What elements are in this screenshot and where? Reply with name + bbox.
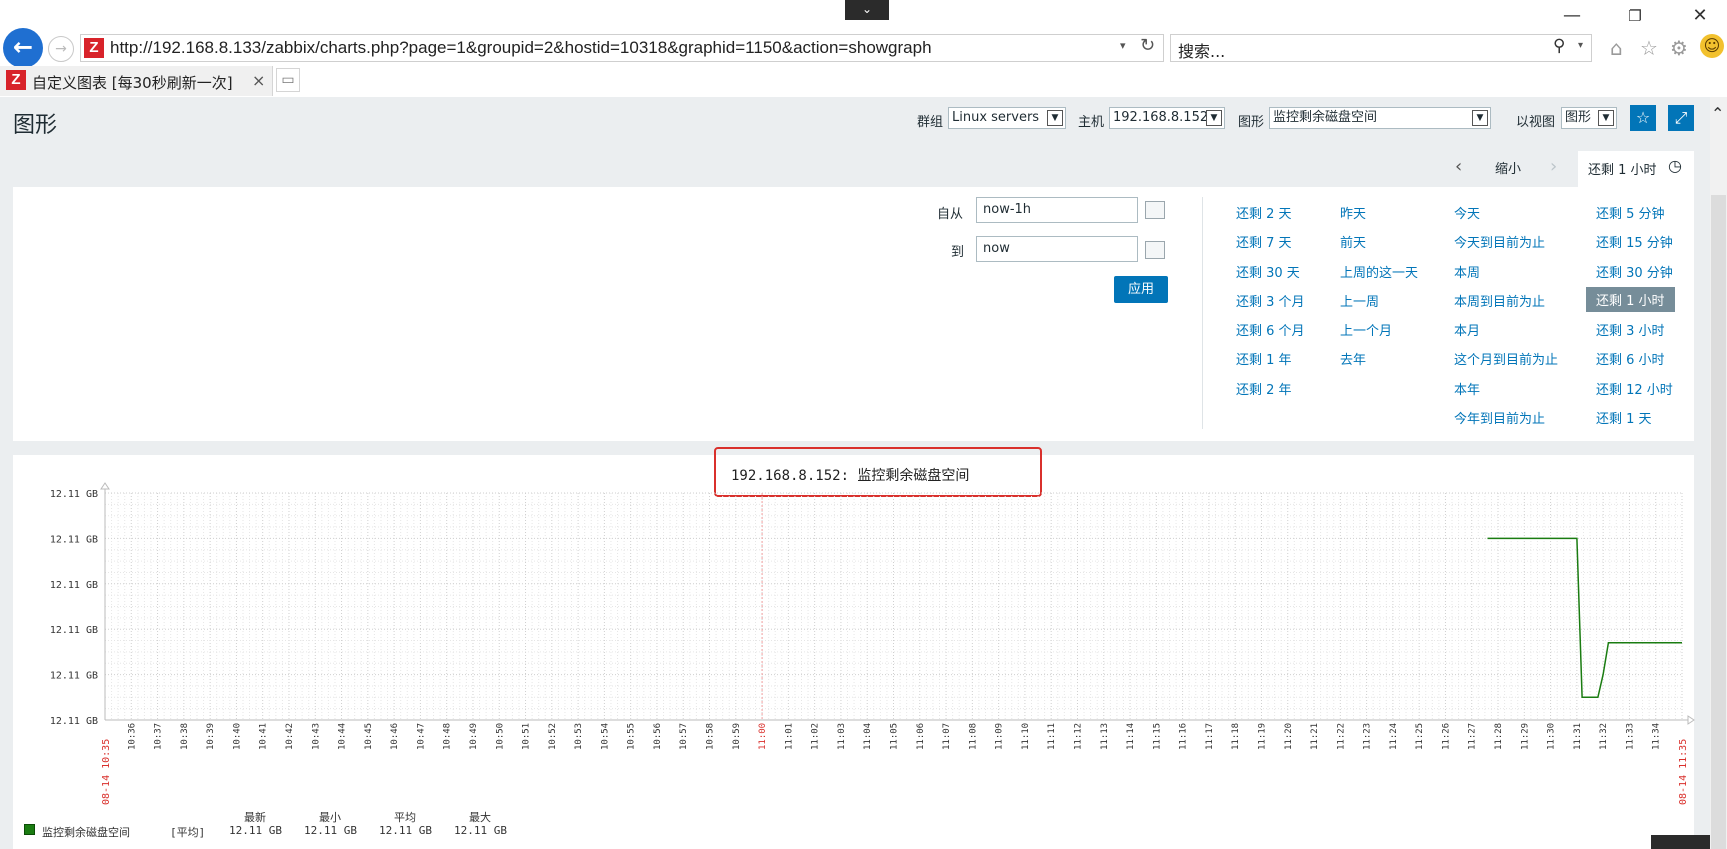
x-tick-label: 11:31	[1573, 723, 1583, 750]
x-tick-label: 11:19	[1257, 723, 1267, 750]
x-tick-label: 10:53	[574, 723, 584, 750]
x-tick-label: 11:07	[942, 723, 952, 750]
x-tick-label: 11:09	[995, 723, 1005, 750]
x-tick-label: 10:58	[706, 723, 716, 750]
x-tick-label: 10:52	[548, 723, 558, 750]
graph-axes	[100, 482, 1695, 725]
x-tick-label: 10:43	[311, 723, 321, 750]
graph-plot[interactable]: 12.11 GB 12.11 GB 12.11 GB 12.11 GB 12.11 GB…	[0, 0, 1727, 849]
x-tick-label: 11:22	[1336, 723, 1346, 750]
x-tick-label: 11:15	[1152, 723, 1162, 750]
y-axis-labels: 12.11 GB 12.11 GB 12.11 GB 12.11 GB 12.11 GB…	[50, 489, 98, 727]
x-tick-label: 11:23	[1363, 723, 1373, 750]
x-tick-label: 11:08	[968, 723, 978, 750]
y-tick-label: 12.11 GB	[50, 625, 98, 636]
x-tick-label: 10:47	[416, 723, 426, 750]
x-axis-arrow	[1687, 715, 1695, 725]
x-tick-label: 10:56	[653, 723, 663, 750]
x-tick-label: 10:36	[127, 723, 137, 750]
x-tick-label: 11:03	[837, 723, 847, 750]
x-tick-label: 11:28	[1494, 723, 1504, 750]
legend-header-max: 最大	[469, 811, 491, 824]
x-tick-label: 10:39	[206, 723, 216, 750]
x-tick-label: 10:45	[364, 723, 374, 750]
x-tick-label: 10:40	[232, 723, 242, 750]
x-tick-label: 11:05	[890, 723, 900, 750]
x-tick-label: 11:10	[1021, 723, 1031, 750]
legend-header-last: 最新	[244, 811, 266, 824]
x-tick-label: 11:26	[1441, 723, 1451, 750]
legend-function: [平均]	[170, 826, 206, 839]
x-tick-label: 11:16	[1179, 723, 1189, 750]
x-tick-label: 10:44	[338, 723, 348, 750]
x-tick-label: 10:42	[285, 723, 295, 750]
x-tick-label: 11:24	[1389, 723, 1399, 750]
x-tick-label: 10:50	[495, 723, 505, 750]
x-tick-label: 11:34	[1652, 723, 1662, 750]
x-tick-label: 11:11	[1047, 723, 1057, 750]
y-tick-label: 12.11 GB	[50, 671, 98, 682]
x-tick-label: 11:33	[1625, 723, 1635, 750]
legend-value-max: 12.11 GB	[454, 824, 507, 837]
x-tick-label: 11:29	[1520, 723, 1530, 750]
x-tick-label: 11:21	[1310, 723, 1320, 750]
y-axis-arrow	[100, 482, 110, 490]
x-axis-labels: 10:36 10:37 10:38 10:39 10:40 10:41 10:42 10:43…	[101, 723, 1689, 805]
x-tick-label: 10:41	[259, 723, 269, 750]
y-tick-label: 12.11 GB	[50, 534, 98, 545]
legend-value-avg: 12.11 GB	[379, 824, 432, 837]
x-end-label: 08-14 11:35	[1678, 739, 1689, 805]
x-tick-label: 10:54	[600, 723, 610, 750]
legend-value-min: 12.11 GB	[304, 824, 357, 837]
legend-header-min: 最小	[319, 811, 341, 824]
x-tick-label: 11:02	[811, 723, 821, 750]
x-tick-label: 11:00	[758, 723, 768, 750]
x-tick-label: 11:13	[1100, 723, 1110, 750]
x-tick-label: 10:55	[627, 723, 637, 750]
x-tick-label: 11:27	[1468, 723, 1478, 750]
y-tick-label: 12.11 GB	[50, 716, 98, 727]
legend-color-swatch	[24, 824, 35, 835]
x-tick-label: 11:14	[1126, 723, 1136, 750]
x-tick-label: 10:46	[390, 723, 400, 750]
x-tick-label: 11:06	[916, 723, 926, 750]
x-tick-label: 11:20	[1284, 723, 1294, 750]
y-tick-label: 12.11 GB	[50, 489, 98, 500]
x-tick-label: 10:51	[522, 723, 532, 750]
x-tick-label: 10:57	[679, 723, 689, 750]
taskbar-fragment	[1651, 835, 1710, 849]
y-tick-label: 12.11 GB	[50, 580, 98, 591]
x-tick-label: 10:59	[732, 723, 742, 750]
legend-series-name: 监控剩余磁盘空间	[42, 826, 130, 839]
x-tick-label: 11:12	[1073, 723, 1083, 750]
x-tick-label: 10:37	[154, 723, 164, 750]
x-tick-label: 10:38	[180, 723, 190, 750]
legend-header-avg: 平均	[394, 811, 416, 824]
x-tick-label: 10:48	[443, 723, 453, 750]
x-tick-label: 11:30	[1547, 723, 1557, 750]
x-tick-label: 11:25	[1415, 723, 1425, 750]
x-tick-label: 11:17	[1205, 723, 1215, 750]
x-tick-label: 11:04	[863, 723, 873, 750]
x-tick-label: 10:49	[469, 723, 479, 750]
x-tick-label: 11:18	[1231, 723, 1241, 750]
graph-grid	[104, 492, 1683, 721]
x-start-label: 08-14 10:35	[101, 739, 112, 805]
x-tick-label: 11:01	[784, 723, 794, 750]
x-tick-label: 11:32	[1599, 723, 1609, 750]
legend-value-last: 12.11 GB	[229, 824, 282, 837]
